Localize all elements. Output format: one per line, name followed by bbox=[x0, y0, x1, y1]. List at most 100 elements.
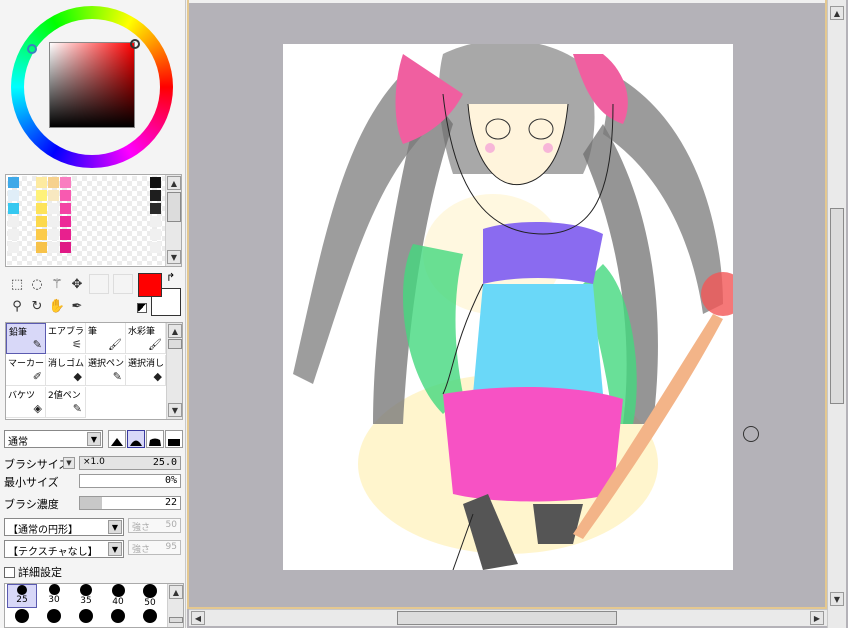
presets-scrollbar[interactable]: ▲ bbox=[167, 584, 183, 627]
scroll-up-button[interactable]: ▲ bbox=[169, 585, 183, 599]
color-swatch[interactable] bbox=[36, 177, 47, 188]
swatch-scrollbar[interactable]: ▲ ▼ bbox=[165, 175, 181, 266]
color-swatch[interactable] bbox=[48, 203, 59, 214]
brush-tool-pencil[interactable]: 鉛筆 ✎ bbox=[6, 323, 46, 354]
color-swatch[interactable] bbox=[60, 229, 71, 240]
brush-tool-marker[interactable]: マーカー ✐ bbox=[6, 355, 46, 386]
scroll-thumb[interactable] bbox=[830, 208, 844, 404]
brush-size-preset[interactable]: 50 bbox=[135, 584, 165, 608]
color-swatch[interactable] bbox=[48, 242, 59, 253]
color-swatch[interactable] bbox=[150, 190, 161, 201]
scroll-up-button[interactable]: ▲ bbox=[830, 6, 844, 20]
drawing-canvas[interactable] bbox=[283, 44, 733, 570]
scroll-right-button[interactable]: ▶ bbox=[810, 611, 824, 625]
canvas-horizontal-scrollbar[interactable]: ◀ ▶ bbox=[189, 609, 827, 626]
color-swatch[interactable] bbox=[150, 229, 161, 240]
texture-select[interactable]: 【テクスチャなし】 ▼ bbox=[4, 540, 124, 558]
brush-tool-airbrush[interactable]: エアブラシ⚟ bbox=[46, 323, 86, 354]
min-size-slider[interactable]: 0% bbox=[79, 474, 181, 488]
scroll-thumb[interactable] bbox=[169, 617, 183, 623]
color-swatch[interactable] bbox=[150, 216, 161, 227]
brush-tool-bucket[interactable]: バケツ ◈ bbox=[6, 387, 46, 418]
tip-soft-button[interactable] bbox=[146, 430, 164, 448]
color-swatch[interactable] bbox=[8, 190, 19, 201]
brush-size-preset[interactable]: 30 bbox=[39, 584, 69, 608]
swatch-grid[interactable] bbox=[7, 176, 165, 265]
color-swatch[interactable] bbox=[36, 242, 47, 253]
brush-size-preset[interactable] bbox=[39, 609, 69, 628]
color-swatch[interactable] bbox=[60, 242, 71, 253]
blend-mode-select[interactable]: 通常 ▼ bbox=[4, 430, 103, 448]
brush-size-preset[interactable]: 40 bbox=[103, 584, 133, 608]
brush-size-preset[interactable]: 25 bbox=[7, 584, 37, 608]
density-slider[interactable]: 22 bbox=[79, 496, 181, 510]
lasso-icon[interactable]: ◌ bbox=[27, 274, 47, 294]
color-swatch[interactable] bbox=[36, 229, 47, 240]
brush-tool-binary-pen[interactable]: 2値ペン ✎ bbox=[46, 387, 86, 418]
color-swatch[interactable] bbox=[36, 203, 47, 214]
color-swatch[interactable] bbox=[60, 177, 71, 188]
color-swatch[interactable] bbox=[150, 177, 161, 188]
color-swatch[interactable] bbox=[8, 229, 19, 240]
scroll-left-button[interactable]: ◀ bbox=[191, 611, 205, 625]
brush-size-preset[interactable] bbox=[103, 609, 133, 628]
hue-marker[interactable] bbox=[130, 39, 140, 49]
eyedropper-icon[interactable]: ✒ bbox=[67, 296, 87, 316]
color-swatch[interactable] bbox=[8, 177, 19, 188]
detail-settings-row[interactable]: 詳細設定 bbox=[4, 564, 62, 580]
magic-wand-icon[interactable]: ⚚ bbox=[47, 274, 67, 294]
scroll-thumb[interactable] bbox=[168, 339, 182, 349]
scroll-up-button[interactable]: ▲ bbox=[167, 176, 181, 190]
color-swatch[interactable] bbox=[60, 216, 71, 227]
color-swatch[interactable] bbox=[8, 203, 19, 214]
color-swatch[interactable] bbox=[150, 242, 161, 253]
hand-icon[interactable]: ✋ bbox=[47, 296, 67, 316]
texture-strength-field[interactable]: 強さ 95 bbox=[128, 540, 181, 555]
brush-tool-select-pen[interactable]: 選択ペン ✎ bbox=[86, 355, 126, 386]
detail-settings-checkbox[interactable] bbox=[4, 566, 15, 578]
scroll-down-button[interactable]: ▼ bbox=[168, 403, 182, 417]
brush-size-preset[interactable] bbox=[71, 609, 101, 628]
move-icon[interactable]: ✥ bbox=[67, 274, 87, 294]
swap-colors-icon[interactable]: ↱ bbox=[166, 271, 175, 284]
foreground-color[interactable] bbox=[138, 273, 162, 297]
color-swatch[interactable] bbox=[48, 229, 59, 240]
color-swatch[interactable] bbox=[48, 190, 59, 201]
canvas-viewport[interactable]: ▲ ▼ ◀ ▶ bbox=[187, 0, 848, 628]
color-swatch[interactable] bbox=[60, 203, 71, 214]
brush-tool-select-erase[interactable]: 選択消し ◆ bbox=[126, 355, 166, 386]
brush-size-preset[interactable]: 35 bbox=[71, 584, 101, 608]
color-swatch[interactable] bbox=[8, 216, 19, 227]
rotate-icon[interactable]: ↻ bbox=[27, 296, 47, 316]
zoom-icon[interactable]: ⚲ bbox=[7, 296, 27, 316]
brush-size-slider[interactable]: ×1.0 25.0 bbox=[79, 456, 181, 470]
brush-tool-watercolor[interactable]: 水彩筆 🖌 bbox=[126, 323, 166, 354]
color-swatch[interactable] bbox=[36, 216, 47, 227]
color-swatch[interactable] bbox=[150, 203, 161, 214]
brush-tool-brush[interactable]: 筆 🖌 bbox=[86, 323, 126, 354]
transparent-color-icon[interactable] bbox=[137, 303, 147, 313]
color-swatch[interactable] bbox=[48, 177, 59, 188]
brush-shape-select[interactable]: 【通常の円形】 ▼ bbox=[4, 518, 124, 536]
brush-size-preset[interactable] bbox=[7, 609, 37, 628]
tip-round-button[interactable] bbox=[127, 430, 145, 448]
scroll-down-button[interactable]: ▼ bbox=[830, 592, 844, 606]
scroll-thumb[interactable] bbox=[167, 192, 181, 222]
scroll-thumb[interactable] bbox=[397, 611, 617, 625]
color-swatch[interactable] bbox=[60, 190, 71, 201]
color-swatch[interactable] bbox=[36, 190, 47, 201]
shape-strength-field[interactable]: 強さ 50 bbox=[128, 518, 181, 533]
scroll-down-button[interactable]: ▼ bbox=[167, 250, 181, 264]
color-swatch[interactable] bbox=[48, 216, 59, 227]
brush-list-scrollbar[interactable]: ▲ ▼ bbox=[166, 323, 182, 419]
rect-select-icon[interactable]: ⬚ bbox=[7, 274, 27, 294]
size-preset-dropdown[interactable]: ▼ bbox=[63, 457, 75, 469]
color-swatch[interactable] bbox=[8, 242, 19, 253]
tip-flat-button[interactable] bbox=[165, 430, 183, 448]
saturation-value-square[interactable] bbox=[49, 42, 135, 128]
canvas-vertical-scrollbar[interactable]: ▲ ▼ bbox=[827, 0, 846, 628]
brush-size-preset[interactable] bbox=[135, 609, 165, 628]
brush-tool-eraser[interactable]: 消しゴム ◆ bbox=[46, 355, 86, 386]
tip-sharp-button[interactable] bbox=[108, 430, 126, 448]
scroll-up-button[interactable]: ▲ bbox=[168, 324, 182, 338]
